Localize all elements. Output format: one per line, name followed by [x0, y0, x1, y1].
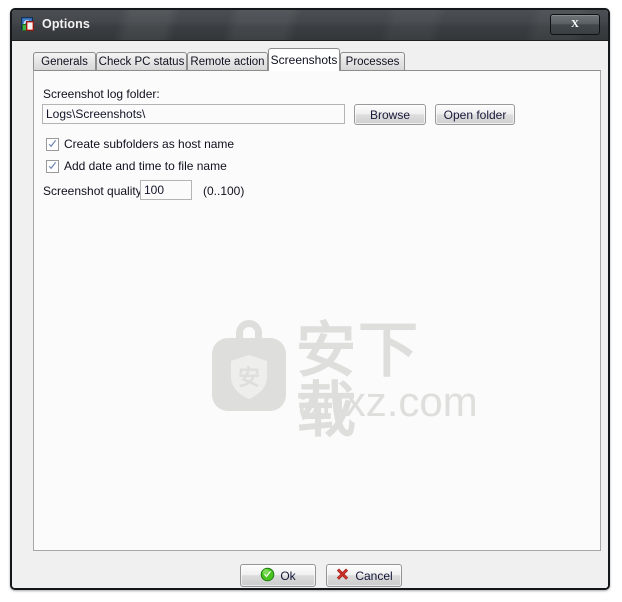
tab-label: Remote action	[190, 56, 265, 68]
add-date-time-checkbox-row[interactable]: Add date and time to file name	[46, 159, 227, 173]
screenshot-quality-label: Screenshot quality	[43, 184, 142, 198]
tab-label: Generals	[41, 56, 88, 68]
tab-check-pc-status[interactable]: Check PC status	[96, 52, 187, 71]
screenshot-quality-hint: (0..100)	[203, 184, 245, 198]
ok-button[interactable]: Ok	[240, 564, 316, 587]
watermark-chinese-text: 安下载	[296, 316, 420, 446]
tab-screenshots[interactable]: Screenshots	[268, 48, 340, 71]
tab-label: Screenshots	[270, 53, 338, 67]
tab-strip: Generals Check PC status Remote action S…	[33, 48, 598, 71]
dialog-client-area: Generals Check PC status Remote action S…	[12, 41, 608, 588]
tab-generals[interactable]: Generals	[33, 52, 96, 71]
create-subfolders-label: Create subfolders as host name	[64, 137, 235, 151]
cancel-label: Cancel	[355, 568, 393, 583]
window-title: Options	[42, 17, 90, 31]
close-icon: X	[571, 18, 579, 30]
svg-text:安: 安	[238, 365, 260, 391]
create-subfolders-checkbox[interactable]	[46, 137, 59, 151]
title-bar: Options X	[12, 10, 608, 41]
add-date-time-checkbox[interactable]	[46, 159, 59, 173]
close-button[interactable]: X	[550, 14, 600, 35]
options-image-icon	[21, 17, 36, 32]
screenshot-log-folder-input[interactable]: Logs\Screenshots\	[42, 104, 345, 124]
add-date-time-label: Add date and time to file name	[64, 159, 227, 173]
tab-remote-action[interactable]: Remote action	[187, 52, 268, 71]
tab-label: Check PC status	[98, 56, 185, 68]
ok-label: Ok	[280, 568, 296, 583]
title-bar-gloss	[12, 10, 608, 40]
open-folder-button[interactable]: Open folder	[435, 104, 515, 125]
screenshot-quality-input[interactable]: 100	[140, 180, 192, 200]
options-dialog-window: Options X Generals Check PC status Remot…	[10, 8, 610, 590]
screenshots-tab-panel: Screenshot log folder: Logs\Screenshots\…	[33, 70, 601, 551]
red-x-icon	[335, 567, 350, 585]
anxz-watermark: 安 安下载 anxz.com	[210, 311, 478, 441]
green-check-icon	[260, 567, 275, 585]
browse-label: Browse	[369, 107, 410, 122]
create-subfolders-checkbox-row[interactable]: Create subfolders as host name	[46, 137, 234, 151]
screenshot-log-folder-label: Screenshot log folder:	[43, 87, 160, 101]
browse-button[interactable]: Browse	[354, 104, 426, 125]
watermark-url-text: anxz.com	[298, 378, 478, 425]
open-folder-label: Open folder	[443, 107, 507, 122]
tab-processes[interactable]: Processes	[340, 52, 405, 71]
folder-path-value: Logs\Screenshots\	[46, 107, 146, 121]
watermark-bag-logo-icon: 安	[210, 317, 288, 416]
quality-value: 100	[144, 183, 165, 197]
tab-label: Processes	[345, 56, 400, 68]
cancel-button[interactable]: Cancel	[326, 564, 402, 587]
dialog-footer: Ok Cancel	[12, 560, 608, 588]
